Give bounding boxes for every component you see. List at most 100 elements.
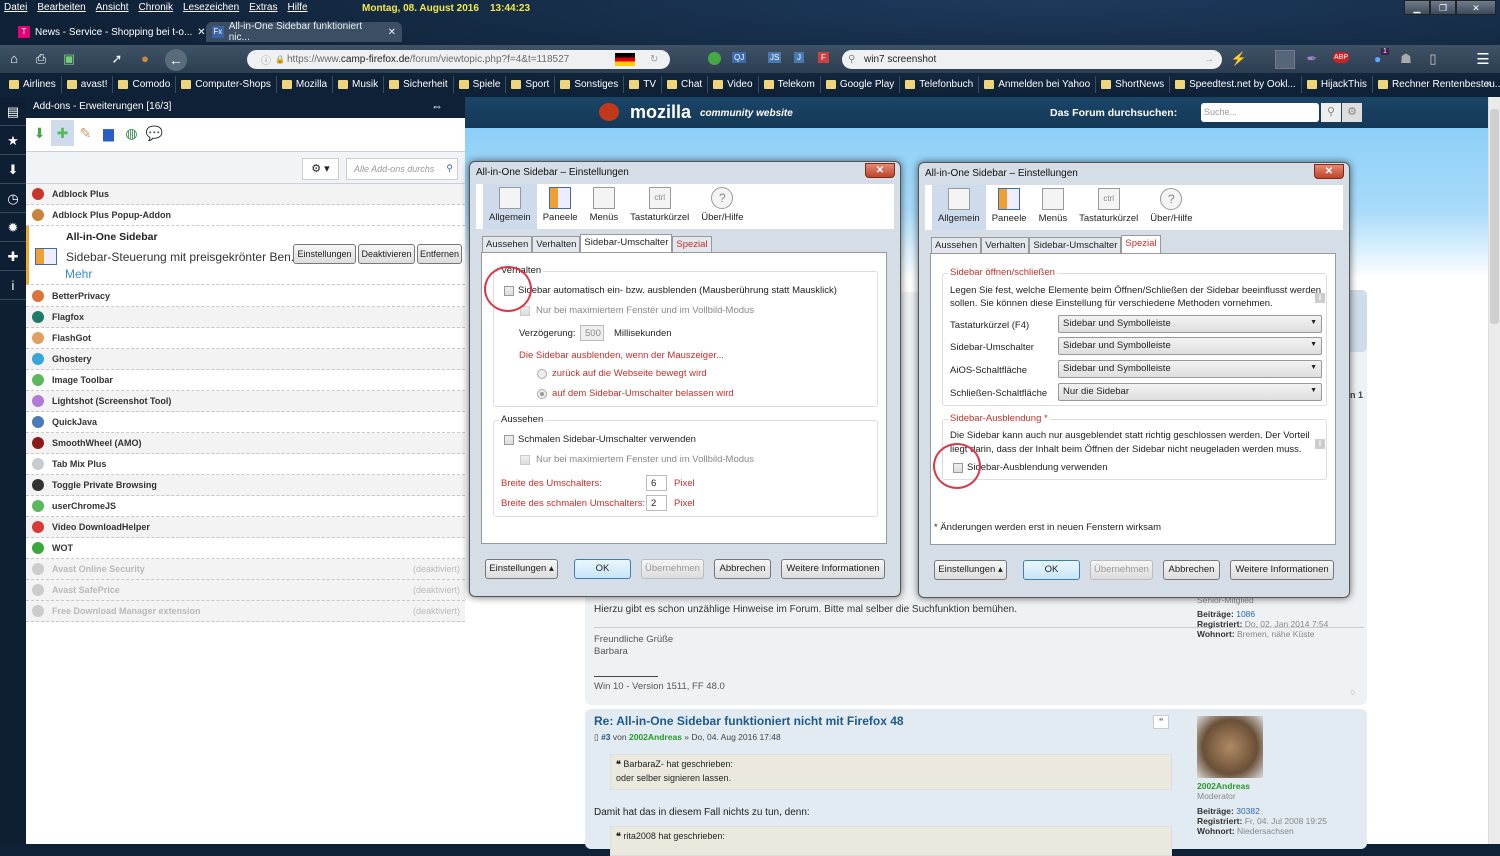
delay-input[interactable]: 500 xyxy=(580,325,604,341)
settings-burst-icon[interactable]: ✹ xyxy=(0,213,26,242)
tab-verhalten[interactable]: Verhalten xyxy=(981,237,1030,253)
close-window-button[interactable]: ✕ xyxy=(1456,0,1496,15)
sidebar-toggle-icon[interactable]: ▤ xyxy=(0,97,26,126)
get-addons-icon[interactable]: ⬇ xyxy=(28,120,51,146)
menu-datei[interactable]: Datei xyxy=(4,2,27,13)
bookmark-item[interactable]: ShortNews xyxy=(1096,76,1171,93)
close-button-select[interactable]: Nur die Sidebar xyxy=(1058,383,1322,401)
quote-button[interactable]: ❝ xyxy=(1153,715,1169,729)
menu-extras[interactable]: Extras xyxy=(249,2,277,13)
gear-menu-button[interactable]: ⚙ ▾ xyxy=(302,158,339,180)
plugins-icon[interactable]: ▆ xyxy=(97,120,120,146)
cookie-icon[interactable]: ● xyxy=(136,51,154,66)
bookmark-item[interactable]: Google Play xyxy=(821,76,901,93)
resize-arrows-icon[interactable]: ⇔ xyxy=(431,99,443,113)
category-hilfe[interactable]: ? Über/Hilfe xyxy=(695,184,749,229)
clipboard-icon[interactable]: ▯ xyxy=(1424,51,1442,67)
addon-item[interactable]: Free Download Manager extension (deaktivi… xyxy=(26,601,465,622)
print-icon[interactable]: ⎙ xyxy=(32,51,50,67)
forum-search-button[interactable]: ⚲ xyxy=(1321,103,1341,122)
category-hilfe[interactable]: ? Über/Hilfe xyxy=(1144,185,1198,230)
apply-button[interactable]: Übernehmen xyxy=(1090,560,1153,580)
addon-item[interactable]: userChromeJS xyxy=(26,496,465,517)
tab-aios-forum[interactable]: Fx All-in-One Sidebar funktioniert nic..… xyxy=(206,21,402,43)
aios-button-select[interactable]: Sidebar und Symbolleiste xyxy=(1058,360,1322,378)
bookmark-item[interactable]: Airlines xyxy=(4,76,62,93)
url-bar[interactable]: ⓘ 🔒 https://www. camp-firefox.de/forum/vi… xyxy=(247,50,670,69)
keyboard-shortcut-select[interactable]: Sidebar und Symbolleiste xyxy=(1058,315,1322,333)
einstellungen-menu-button[interactable]: Einstellungen ▴ xyxy=(485,559,558,579)
avatar-kitten[interactable] xyxy=(1197,716,1263,778)
bookmarks-overflow-icon[interactable]: » xyxy=(1486,78,1492,89)
addon-item[interactable]: Lightshot (Screenshot Tool) xyxy=(26,391,465,412)
tab-aussehen[interactable]: Aussehen xyxy=(482,236,533,252)
germany-flag-icon[interactable] xyxy=(615,53,635,66)
addon-item[interactable]: Ghostery xyxy=(26,349,465,370)
bookmark-item[interactable]: Computer-Shops xyxy=(176,76,277,93)
info-icon[interactable]: i xyxy=(1315,293,1325,303)
post-title[interactable]: Re: All-in-One Sidebar funktioniert nich… xyxy=(594,714,904,728)
more-info-button[interactable]: Weitere Informationen xyxy=(1230,560,1334,580)
post-author[interactable]: 2002Andreas xyxy=(629,732,682,742)
tab-spezial[interactable]: Spezial xyxy=(1121,235,1161,253)
category-allgemein[interactable]: Allgemein xyxy=(932,185,986,230)
addon-remove-button[interactable]: Entfernen xyxy=(417,244,462,264)
history-icon[interactable]: ◷ xyxy=(0,184,26,213)
quickjava-j-icon[interactable]: J xyxy=(794,52,804,63)
bookmark-item[interactable]: Mozilla xyxy=(277,76,334,93)
info-icon[interactable]: ⓘ xyxy=(261,52,271,67)
more-link[interactable]: Mehr xyxy=(65,267,92,281)
ghostery-icon[interactable]: ☗ xyxy=(1397,51,1415,67)
addon-item[interactable]: Image Toolbar xyxy=(26,370,465,391)
quickjava-js-icon[interactable]: JS xyxy=(768,52,782,63)
cancel-button[interactable]: Abbrechen xyxy=(714,559,771,579)
bookmark-item[interactable]: Sonstiges xyxy=(555,76,625,93)
addon-settings-button[interactable]: Einstellungen xyxy=(293,244,356,264)
search-go-icon[interactable]: → xyxy=(1204,54,1214,65)
scrollbar-thumb[interactable] xyxy=(1490,109,1499,324)
info-icon[interactable]: i xyxy=(0,271,26,300)
hamburger-menu-icon[interactable]: ☰ xyxy=(1474,50,1492,68)
narrow-width-input[interactable]: 2 xyxy=(646,495,667,511)
addon-item[interactable]: Adblock Plus xyxy=(26,184,465,205)
narrow-switch-checkbox[interactable] xyxy=(504,435,514,445)
bookmark-item[interactable]: Anmelden bei Yahoo xyxy=(979,76,1097,93)
back-button[interactable]: ← xyxy=(165,49,187,71)
addon-item[interactable]: Video DownloadHelper xyxy=(26,517,465,538)
ok-button[interactable]: OK xyxy=(574,559,631,579)
close-tab-icon[interactable]: ✕ xyxy=(388,27,396,38)
dialog-close-button[interactable]: ✕ xyxy=(865,163,895,178)
bookmark-item[interactable]: HijackThis xyxy=(1302,76,1373,93)
addon-expanded-aios[interactable]: All-in-One Sidebar Sidebar-Steuerung mit… xyxy=(26,226,465,285)
lightshot-icon[interactable]: ✒ xyxy=(1303,51,1321,67)
sidebar-toggle-icon[interactable] xyxy=(1275,50,1295,69)
chat-icon[interactable]: 💬 xyxy=(143,120,166,146)
bookmark-item[interactable]: Comodo xyxy=(113,76,177,93)
radio-stay-on-switch[interactable] xyxy=(537,389,547,399)
addon-item[interactable]: Avast SafePrice (deaktiviert) xyxy=(26,580,465,601)
addon-item[interactable]: FlashGot xyxy=(26,328,465,349)
send-icon[interactable]: ➚ xyxy=(108,51,126,67)
tab-verhalten[interactable]: Verhalten xyxy=(532,236,581,252)
addon-item[interactable]: Flagfox xyxy=(26,307,465,328)
bookmark-item[interactable]: Speedtest.net by Ookl... xyxy=(1170,76,1302,93)
menu-chronik[interactable]: Chronik xyxy=(139,2,173,13)
bookmark-item[interactable]: Chat xyxy=(662,76,709,93)
addon-item[interactable]: BetterPrivacy xyxy=(26,286,465,307)
menu-hilfe[interactable]: Hilfe xyxy=(288,2,308,13)
forum-search-input[interactable]: Suche... xyxy=(1201,103,1319,122)
only-maximized-checkbox-2[interactable] xyxy=(520,455,530,465)
reload-icon[interactable]: ↻ xyxy=(650,54,658,65)
addon-icon[interactable]: ▣ xyxy=(60,51,78,67)
home-icon[interactable]: ⌂ xyxy=(5,51,23,66)
category-tastaturkuerzel[interactable]: ctrl Tastaturkürzel xyxy=(1073,185,1144,230)
top-icon[interactable]: ○ xyxy=(1350,687,1355,697)
tab-news[interactable]: T News - Service - Shopping bei t-o... ✕ xyxy=(12,22,212,42)
user-name[interactable]: 2002Andreas xyxy=(1197,781,1250,791)
more-info-button[interactable]: Weitere Informationen xyxy=(781,559,885,579)
close-tab-icon[interactable]: ✕ xyxy=(197,27,205,38)
category-menues[interactable]: Menüs xyxy=(1033,185,1074,230)
menu-lesezeichen[interactable]: Lesezeichen xyxy=(183,2,239,13)
advanced-search-gear-icon[interactable]: ⚙ xyxy=(1342,103,1362,122)
minimize-button[interactable]: ▁ xyxy=(1404,0,1430,15)
